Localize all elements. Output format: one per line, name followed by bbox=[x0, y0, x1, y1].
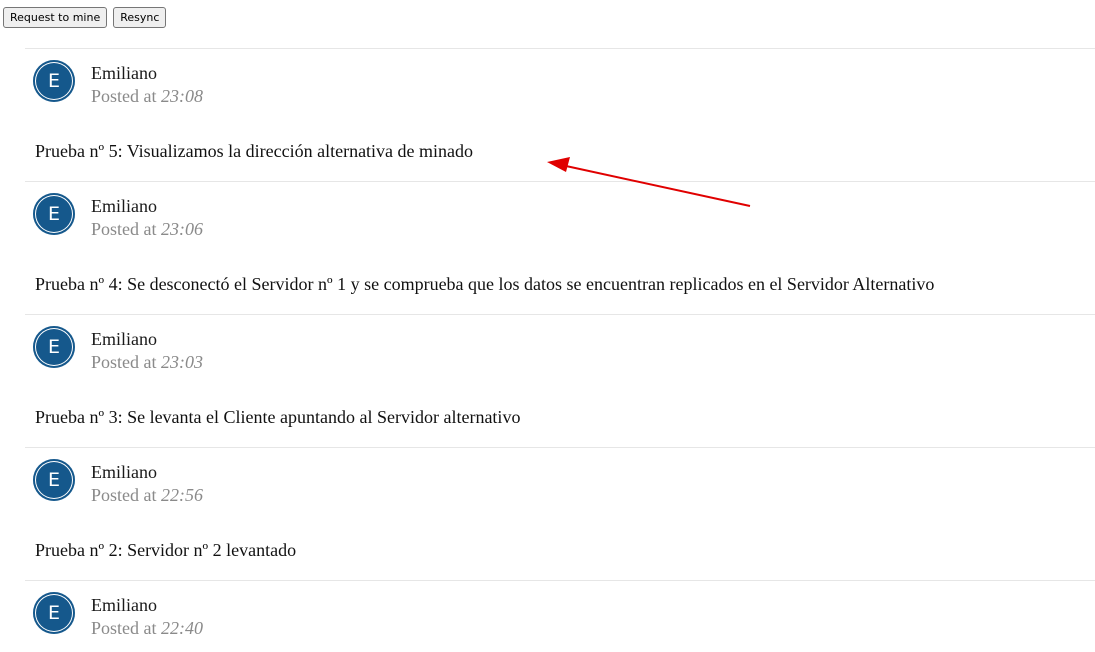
post-item: E Emiliano Posted at 22:40 bbox=[25, 580, 1095, 650]
post-item: E Emiliano Posted at 23:06 Prueba nº 4: … bbox=[25, 181, 1095, 314]
post-author: Emiliano bbox=[91, 329, 157, 349]
post-author: Emiliano bbox=[91, 595, 157, 615]
post-message: Prueba nº 5: Visualizamos la dirección a… bbox=[35, 141, 474, 161]
post-message: Prueba nº 4: Se desconectó el Servidor n… bbox=[35, 274, 935, 294]
post-time: 23:08 bbox=[161, 86, 203, 106]
posted-prefix: Posted at bbox=[91, 485, 157, 505]
post-author: Emiliano bbox=[91, 196, 157, 216]
post-timestamp: Posted at 23:08 bbox=[91, 85, 203, 107]
avatar: E bbox=[33, 459, 75, 501]
avatar: E bbox=[33, 193, 75, 235]
resync-button[interactable]: Resync bbox=[113, 7, 167, 28]
post-time: 23:06 bbox=[161, 219, 203, 239]
post-feed: E Emiliano Posted at 23:08 Prueba nº 5: … bbox=[25, 48, 1095, 650]
posted-prefix: Posted at bbox=[91, 86, 157, 106]
post-timestamp: Posted at 22:40 bbox=[91, 617, 203, 639]
post-message: Prueba nº 3: Se levanta el Cliente apunt… bbox=[35, 407, 521, 427]
posted-prefix: Posted at bbox=[91, 352, 157, 372]
post-item: E Emiliano Posted at 22:56 Prueba nº 2: … bbox=[25, 447, 1095, 580]
post-time: 23:03 bbox=[161, 352, 203, 372]
post-time: 22:40 bbox=[161, 618, 203, 638]
post-timestamp: Posted at 23:06 bbox=[91, 218, 203, 240]
avatar: E bbox=[33, 326, 75, 368]
avatar: E bbox=[33, 592, 75, 634]
post-author: Emiliano bbox=[91, 63, 157, 83]
post-timestamp: Posted at 22:56 bbox=[91, 484, 203, 506]
toolbar: Request to mine Resync bbox=[3, 7, 167, 28]
post-message: Prueba nº 2: Servidor nº 2 levantado bbox=[35, 540, 297, 560]
avatar: E bbox=[33, 60, 75, 102]
posted-prefix: Posted at bbox=[91, 219, 157, 239]
posted-prefix: Posted at bbox=[91, 618, 157, 638]
post-time: 22:56 bbox=[161, 485, 203, 505]
post-item: E Emiliano Posted at 23:08 Prueba nº 5: … bbox=[25, 48, 1095, 181]
post-timestamp: Posted at 23:03 bbox=[91, 351, 203, 373]
post-author: Emiliano bbox=[91, 462, 157, 482]
request-to-mine-button[interactable]: Request to mine bbox=[3, 7, 108, 28]
post-item: E Emiliano Posted at 23:03 Prueba nº 3: … bbox=[25, 314, 1095, 447]
